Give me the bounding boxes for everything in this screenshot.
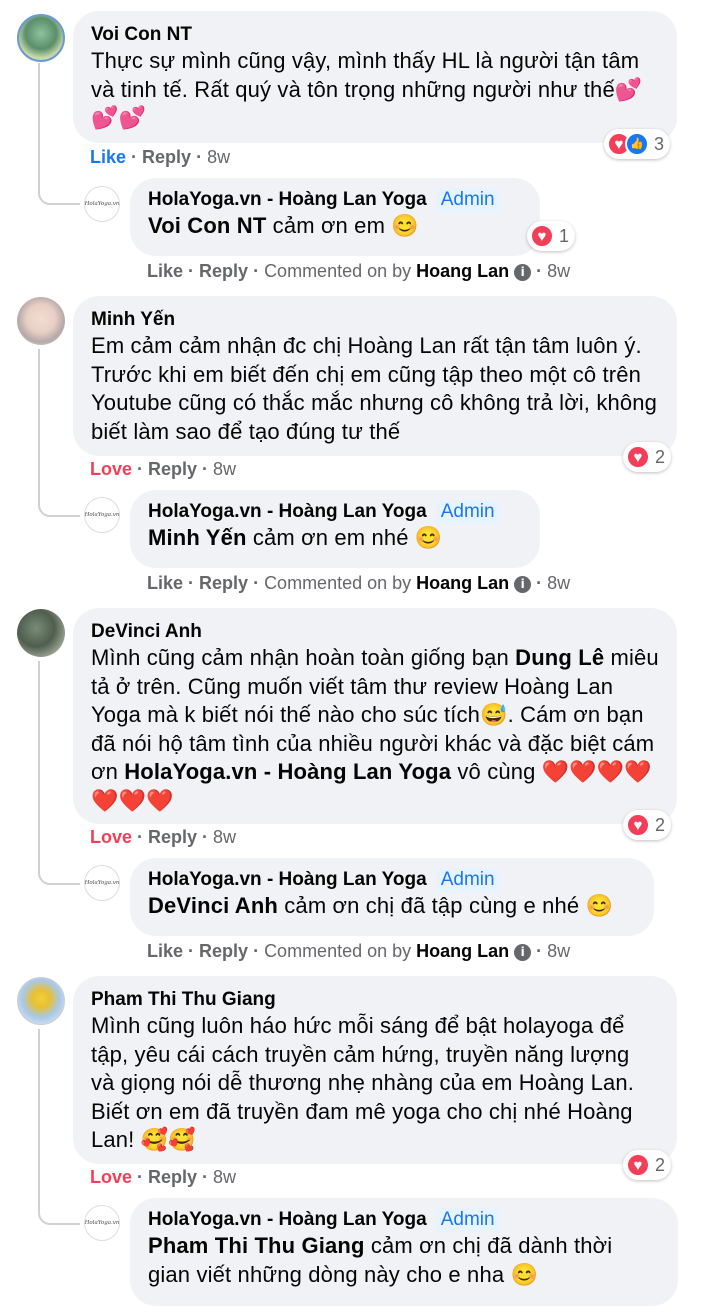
comment-actions: Like · Reply · 8w (90, 147, 231, 167)
reply-bubble: HolaYoga.vn - Hoàng Lan Yoga Admin DeVinc… (130, 858, 654, 936)
heart-icon (530, 224, 554, 248)
reply-button[interactable]: Reply (148, 459, 197, 479)
avatar[interactable] (17, 609, 65, 657)
reply-button[interactable]: Reply (199, 261, 248, 281)
comment-author[interactable]: DeVinci Anh (91, 620, 659, 644)
thread-connector (38, 1029, 80, 1225)
admin-badge: Admin (434, 868, 501, 892)
commenter-name[interactable]: Hoang Lan (416, 573, 509, 593)
reaction-count: 2 (655, 446, 666, 467)
info-icon[interactable]: i (514, 575, 532, 593)
comment-bubble: DeVinci Anh Mình cũng cảm nhận hoàn toàn… (73, 608, 677, 824)
reply-text: Voi Con NT cảm ơn em 😊 (148, 213, 419, 238)
thread-connector (38, 661, 80, 885)
reaction-count: 1 (559, 225, 570, 246)
comment-bubble: Voi Con NT Thực sự mình cũng vậy, mình t… (73, 11, 677, 143)
comment-bubble: Pham Thi Thu Giang Mình cũng luôn háo hứ… (73, 976, 677, 1164)
like-button[interactable]: Like (147, 573, 183, 593)
avatar[interactable] (17, 14, 65, 62)
heart-icon (626, 445, 650, 469)
comment-text: Em cảm cảm nhận đc chị Hoàng Lan rất tận… (91, 333, 658, 444)
reply-author[interactable]: HolaYoga.vn - Hoàng Lan Yoga (148, 869, 427, 890)
mention-link[interactable]: HolaYoga.vn - Hoàng Lan Yoga (124, 759, 451, 784)
heart-icon (626, 813, 650, 837)
comment-text: Mình cũng cảm nhận hoàn toàn giống bạn D… (91, 645, 659, 813)
reply-author[interactable]: HolaYoga.vn - Hoàng Lan Yoga (148, 501, 427, 522)
reply-text: Pham Thi Thu Giang cảm ơn chị đã dành th… (148, 1233, 613, 1287)
timestamp[interactable]: 8w (547, 261, 570, 281)
avatar[interactable]: HolaYoga.vn (84, 1205, 120, 1241)
commented-on-by: Commented on by (264, 941, 412, 961)
heart-icon (626, 1153, 650, 1177)
comment-text: Mình cũng luôn háo hức mỗi sáng để bật h… (91, 1013, 635, 1152)
mention-link[interactable]: Voi Con NT (148, 213, 266, 238)
reply-actions: Like · Reply · Commented on by Hoang Lan… (147, 573, 571, 593)
commenter-name[interactable]: Hoang Lan (416, 261, 509, 281)
reply-author[interactable]: HolaYoga.vn - Hoàng Lan Yoga (148, 189, 427, 210)
timestamp[interactable]: 8w (547, 573, 570, 593)
comment-actions: Love · Reply · 8w (90, 459, 237, 479)
avatar[interactable]: HolaYoga.vn (84, 186, 120, 222)
timestamp[interactable]: 8w (547, 941, 570, 961)
comment-author[interactable]: Minh Yến (91, 308, 659, 332)
commented-on-by: Commented on by (264, 261, 412, 281)
avatar[interactable]: HolaYoga.vn (84, 497, 120, 533)
comment-bubble: Minh Yến Em cảm cảm nhận đc chị Hoàng La… (73, 296, 677, 456)
like-button[interactable]: Like (147, 941, 183, 961)
timestamp[interactable]: 8w (213, 827, 236, 847)
mention-link[interactable]: DeVinci Anh (148, 893, 278, 918)
avatar[interactable] (17, 297, 65, 345)
reply-button[interactable]: Reply (148, 827, 197, 847)
reaction-count: 2 (655, 1154, 666, 1175)
reactions-badge[interactable]: 2 (623, 810, 672, 840)
reactions-badge[interactable]: 2 (623, 1150, 672, 1180)
reply-actions: Like · Reply · Commented on by Hoang Lan… (147, 261, 571, 281)
info-icon[interactable]: i (514, 263, 532, 281)
avatar[interactable]: HolaYoga.vn (84, 865, 120, 901)
info-icon[interactable]: i (514, 943, 532, 961)
reply-button[interactable]: Reply (142, 147, 191, 167)
reply-author[interactable]: HolaYoga.vn - Hoàng Lan Yoga (148, 1209, 427, 1230)
reactions-badge[interactable]: 1 (527, 221, 576, 251)
comment-actions: Love · Reply · 8w (90, 1167, 237, 1187)
reaction-count: 3 (654, 133, 665, 154)
reply-text: DeVinci Anh cảm ơn chị đã tập cùng e nhé… (148, 893, 614, 918)
love-button[interactable]: Love (90, 459, 132, 479)
reply-button[interactable]: Reply (199, 941, 248, 961)
thumbs-up-icon (625, 132, 649, 156)
comment-author[interactable]: Voi Con NT (91, 23, 659, 47)
reactions-badge[interactable]: 2 (623, 442, 672, 472)
reply-bubble: HolaYoga.vn - Hoàng Lan Yoga Admin Pham T… (130, 1198, 678, 1306)
commented-on-by: Commented on by (264, 573, 412, 593)
commenter-name[interactable]: Hoang Lan (416, 941, 509, 961)
reactions-badge[interactable]: 3 (604, 129, 671, 159)
reply-bubble: HolaYoga.vn - Hoàng Lan Yoga Admin Voi Co… (130, 178, 540, 256)
avatar[interactable] (17, 977, 65, 1025)
timestamp[interactable]: 8w (207, 147, 230, 167)
love-button[interactable]: Love (90, 1167, 132, 1187)
love-button[interactable]: Love (90, 827, 132, 847)
like-button[interactable]: Like (90, 147, 126, 167)
reply-actions: Like · Reply · Commented on by Hoang Lan… (147, 941, 571, 961)
timestamp[interactable]: 8w (213, 1167, 236, 1187)
mention-link[interactable]: Pham Thi Thu Giang (148, 1233, 365, 1258)
like-button[interactable]: Like (147, 261, 183, 281)
reply-button[interactable]: Reply (148, 1167, 197, 1187)
thread-connector (38, 349, 80, 517)
admin-badge: Admin (434, 1208, 501, 1232)
reply-bubble: HolaYoga.vn - Hoàng Lan Yoga Admin Minh Y… (130, 490, 540, 568)
reply-text: Minh Yến cảm ơn em nhé 😊 (148, 525, 443, 550)
thread-connector (38, 63, 80, 205)
mention-link[interactable]: Minh Yến (148, 525, 247, 550)
comment-text: Thực sự mình cũng vậy, mình thấy HL là n… (91, 48, 643, 130)
reply-button[interactable]: Reply (199, 573, 248, 593)
admin-badge: Admin (434, 188, 501, 212)
comment-author[interactable]: Pham Thi Thu Giang (91, 988, 659, 1012)
reaction-count: 2 (655, 814, 666, 835)
mention-link[interactable]: Dung Lê (515, 645, 604, 670)
admin-badge: Admin (434, 500, 501, 524)
comment-actions: Love · Reply · 8w (90, 827, 237, 847)
timestamp[interactable]: 8w (213, 459, 236, 479)
